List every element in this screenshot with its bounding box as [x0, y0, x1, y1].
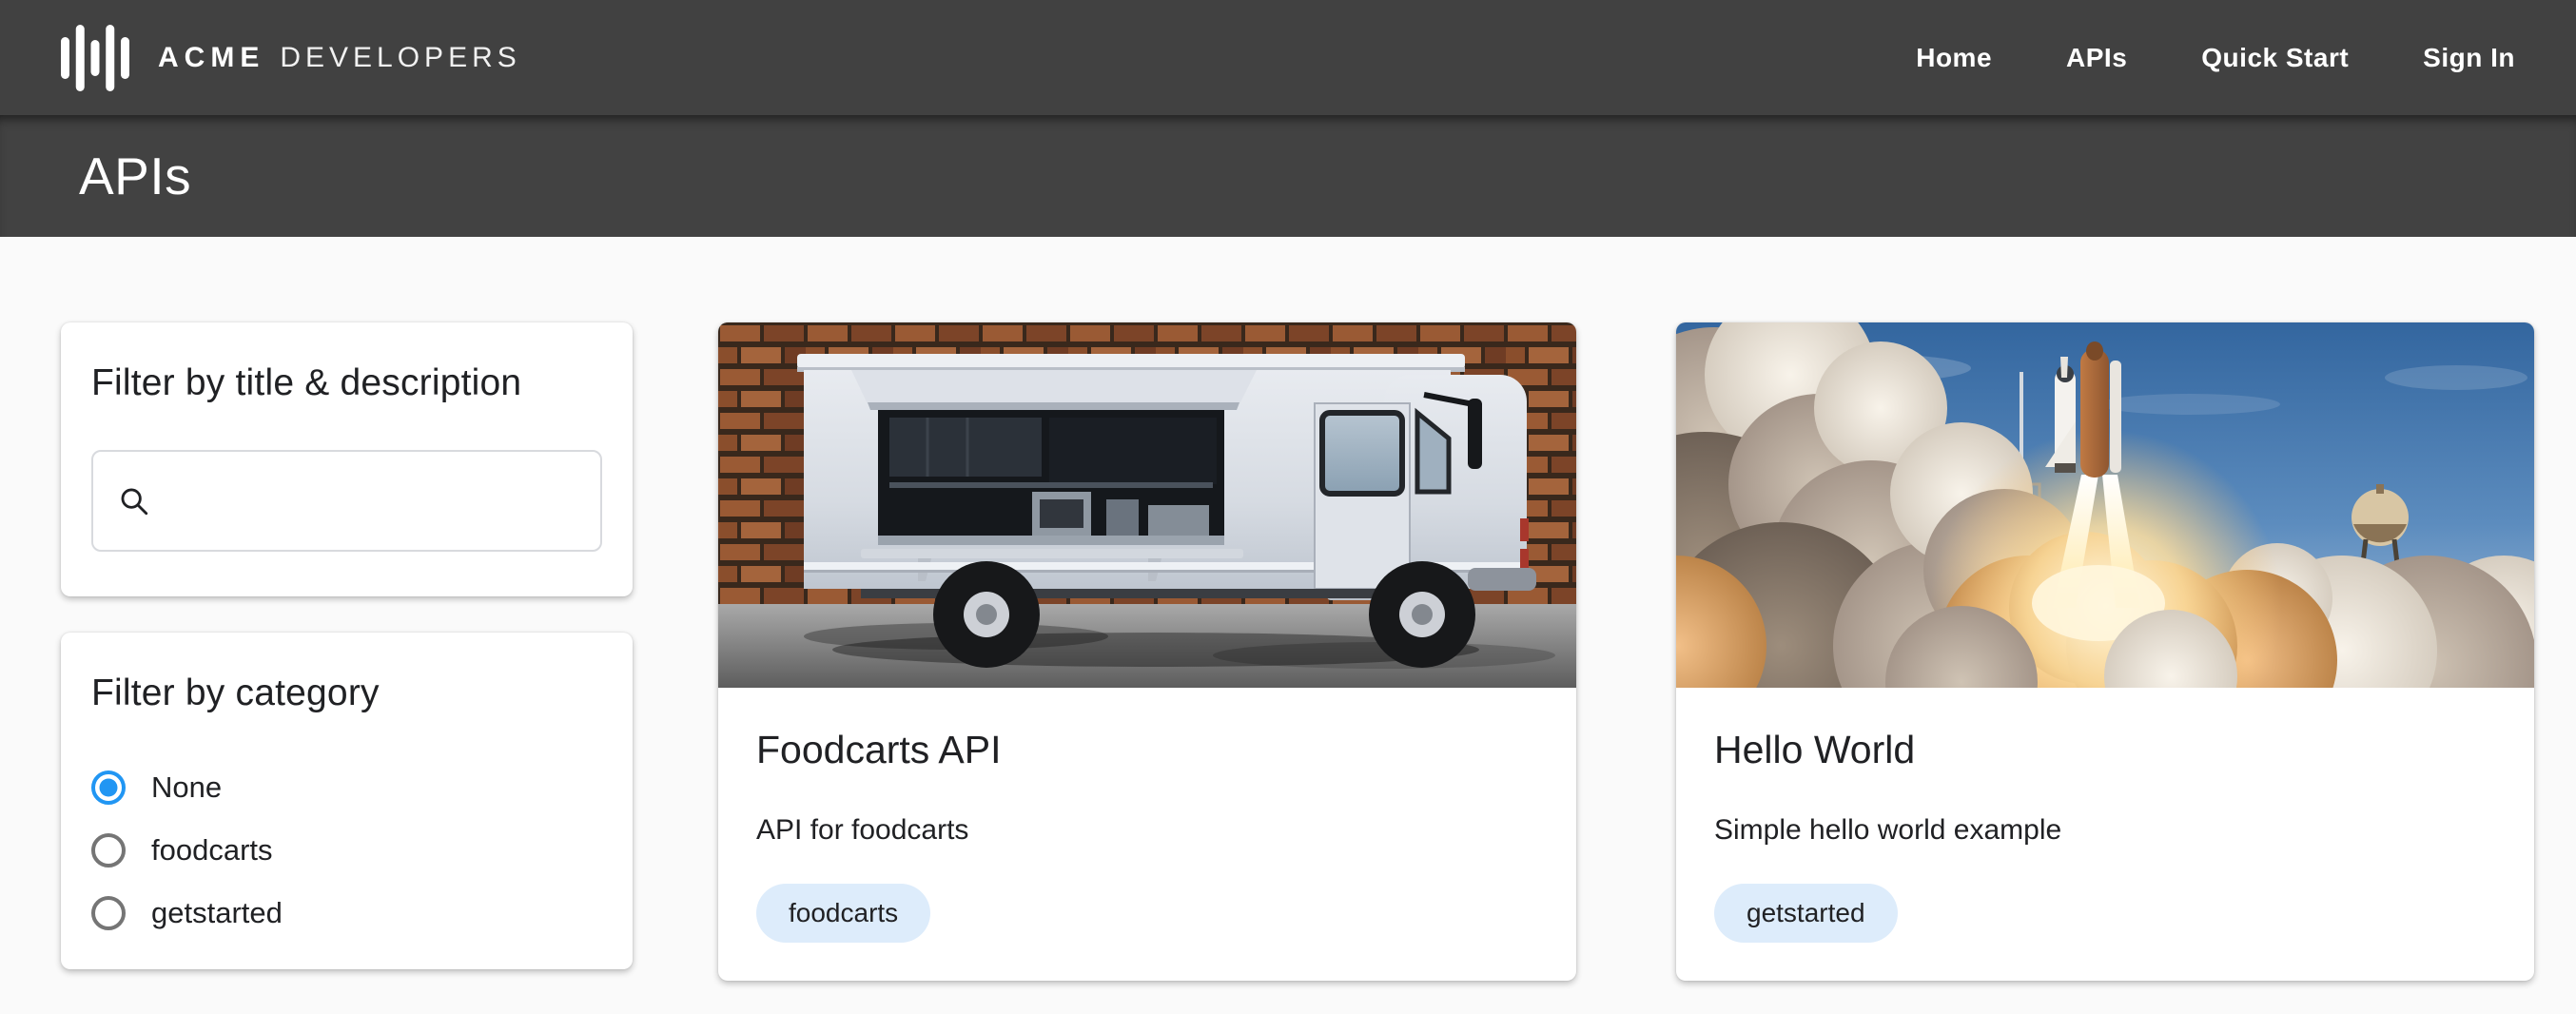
api-card-description: Simple hello world example — [1714, 809, 2496, 851]
api-card-helloworld[interactable]: Hello World Simple hello world example g… — [1676, 322, 2534, 981]
brand-name: ACME DEVELOPERS — [158, 42, 521, 74]
brand-name-primary: ACME — [158, 42, 264, 74]
radio-option-label: getstarted — [151, 896, 283, 930]
page-title-band: APIs — [0, 115, 2576, 237]
api-card-category-chip[interactable]: getstarted — [1714, 884, 1898, 943]
radio-icon — [91, 770, 126, 805]
brand-name-secondary: DEVELOPERS — [280, 42, 520, 74]
filter-category-heading: Filter by category — [91, 673, 602, 714]
radio-option-label: foodcarts — [151, 833, 273, 868]
radio-option-label: None — [151, 770, 222, 805]
api-card-title: Foodcarts API — [756, 722, 1538, 777]
api-card-description: API for foodcarts — [756, 809, 1538, 851]
brand[interactable]: ACME DEVELOPERS — [61, 24, 521, 92]
category-radio-group: None foodcarts getstarted — [91, 756, 602, 945]
filter-title-heading: Filter by title & description — [91, 362, 602, 404]
nav-item-apis[interactable]: APIs — [2066, 43, 2127, 73]
main-nav: Home APIs Quick Start Sign In — [1916, 43, 2515, 73]
api-card-foodcarts[interactable]: Foodcarts API API for foodcarts foodcart… — [718, 322, 1576, 981]
foodcarts-api-image — [718, 322, 1576, 688]
nav-item-quick-start[interactable]: Quick Start — [2201, 43, 2349, 73]
api-card-category-chip[interactable]: foodcarts — [756, 884, 930, 943]
nav-item-sign-in[interactable]: Sign In — [2423, 43, 2515, 73]
api-card-body: Hello World Simple hello world example g… — [1676, 688, 2534, 943]
nav-item-home[interactable]: Home — [1916, 43, 1992, 73]
filter-category-card: Filter by category None foodcarts getsta… — [61, 633, 633, 969]
filter-title-card: Filter by title & description — [61, 322, 633, 596]
radio-option-getstarted[interactable]: getstarted — [91, 882, 602, 945]
search-icon — [118, 485, 150, 517]
waveform-bars-icon — [61, 24, 129, 92]
hello-world-image — [1676, 322, 2534, 688]
api-card-body: Foodcarts API API for foodcarts foodcart… — [718, 688, 1576, 943]
radio-option-foodcarts[interactable]: foodcarts — [91, 819, 602, 882]
search-box[interactable] — [91, 450, 602, 552]
search-input[interactable] — [169, 483, 576, 519]
radio-icon — [91, 896, 126, 930]
page-title: APIs — [79, 146, 191, 206]
api-card-title: Hello World — [1714, 722, 2496, 777]
content: Filter by title & description Filter by … — [0, 237, 2576, 1014]
radio-icon — [91, 833, 126, 868]
top-nav: ACME DEVELOPERS Home APIs Quick Start Si… — [0, 0, 2576, 115]
radio-option-none[interactable]: None — [91, 756, 602, 819]
